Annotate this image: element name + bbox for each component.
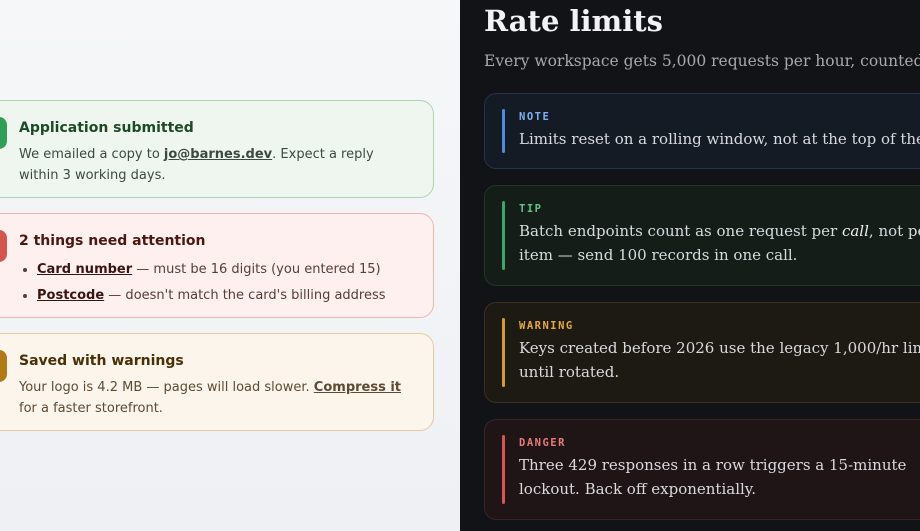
error-list: Card number — must be 16 digits (you ent… bbox=[19, 257, 415, 309]
warning-icon bbox=[0, 350, 7, 382]
success-body-text: We emailed a copy to bbox=[19, 147, 164, 162]
page-title: Rate limits bbox=[484, 4, 663, 38]
warning-alert: Saved with warnings Your logo is 4.2 MB … bbox=[0, 333, 434, 431]
danger-label: DANGER bbox=[519, 437, 566, 449]
page-subtitle: Every workspace gets 5,000 requests per … bbox=[484, 52, 920, 70]
error-item-card-number: Card number — must be 16 digits (you ent… bbox=[37, 257, 415, 283]
danger-accent-bar bbox=[502, 435, 505, 504]
alerts-panel: Application submitted We emailed a copy … bbox=[0, 0, 460, 531]
danger-callout: DANGER Three 429 responses in a row trig… bbox=[484, 419, 920, 520]
note-callout: NOTE Limits reset on a rolling window, n… bbox=[484, 93, 920, 169]
success-alert-body: We emailed a copy to jo@barnes.dev. Expe… bbox=[19, 144, 415, 186]
card-number-link[interactable]: Card number bbox=[37, 262, 132, 277]
error-icon bbox=[0, 230, 7, 262]
tip-text: Batch endpoints count as one request per… bbox=[519, 219, 920, 267]
error-alert-title: 2 things need attention bbox=[19, 233, 206, 249]
success-alert: Application submitted We emailed a copy … bbox=[0, 100, 434, 198]
warning-alert-title: Saved with warnings bbox=[19, 353, 184, 369]
compress-link[interactable]: Compress it bbox=[314, 380, 401, 395]
warning-body-text-end: for a faster storefront. bbox=[19, 401, 163, 416]
note-accent-bar bbox=[502, 109, 505, 153]
error-item-text: — must be 16 digits (you entered 15) bbox=[132, 262, 381, 277]
tip-label: TIP bbox=[519, 203, 543, 215]
note-text: Limits reset on a rolling window, not at… bbox=[519, 130, 920, 148]
tip-accent-bar bbox=[502, 201, 505, 270]
success-alert-title: Application submitted bbox=[19, 120, 194, 136]
danger-text: Three 429 responses in a row triggers a … bbox=[519, 456, 907, 498]
warning-alert-body: Your logo is 4.2 MB — pages will load sl… bbox=[19, 377, 415, 419]
warning-body-text: Your logo is 4.2 MB — pages will load sl… bbox=[19, 380, 314, 395]
tip-emphasis: call bbox=[841, 222, 869, 240]
warning-callout: WARNING Keys created before 2026 use the… bbox=[484, 302, 920, 403]
tip-callout: TIP Batch endpoints count as one request… bbox=[484, 185, 920, 286]
warning-label: WARNING bbox=[519, 320, 574, 332]
warning-accent-bar bbox=[502, 318, 505, 387]
note-label: NOTE bbox=[519, 111, 551, 123]
docs-panel: Rate limits Every workspace gets 5,000 r… bbox=[460, 0, 920, 531]
email-link[interactable]: jo@barnes.dev bbox=[164, 147, 272, 162]
success-icon bbox=[0, 117, 7, 149]
warning-text: Keys created before 2026 use the legacy … bbox=[519, 339, 920, 381]
error-item-postcode: Postcode — doesn't match the card's bill… bbox=[37, 283, 415, 309]
error-item-text: — doesn't match the card's billing addre… bbox=[104, 288, 386, 303]
postcode-link[interactable]: Postcode bbox=[37, 288, 104, 303]
error-alert: 2 things need attention Card number — mu… bbox=[0, 213, 434, 318]
tip-text-start: Batch endpoints count as one request per bbox=[519, 222, 842, 240]
